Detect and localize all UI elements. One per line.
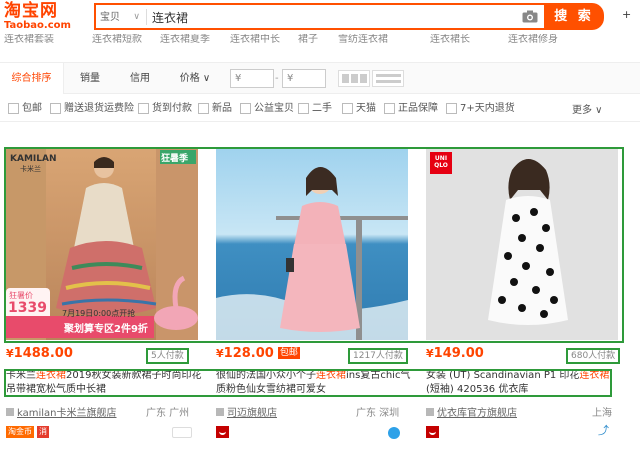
header: 淘宝网 Taobao.com 宝贝 ∨ 搜 索 + bbox=[0, 0, 640, 34]
coin-tag-icon[interactable]: 淘金币 bbox=[6, 426, 34, 438]
checkbox-genuine[interactable] bbox=[384, 103, 395, 114]
wangwang-icon[interactable] bbox=[172, 427, 192, 438]
taobao-logo[interactable]: 淘宝网 Taobao.com bbox=[4, 2, 84, 32]
checkbox-baoyou[interactable] bbox=[8, 103, 19, 114]
tab-sales[interactable]: 销量 bbox=[70, 63, 110, 94]
search-divider bbox=[146, 9, 147, 25]
tmall-icon[interactable] bbox=[216, 426, 229, 438]
product-image[interactable] bbox=[216, 148, 408, 340]
service-icons: 淘金币消 bbox=[6, 425, 52, 439]
sales-count: 1217人付款 bbox=[348, 348, 408, 364]
logo-subtext: Taobao.com bbox=[4, 20, 71, 31]
product-card[interactable]: KAMILAN 卡米兰 狂暑季 狂暑价 1339 7月19日0:00点开抢 聚划… bbox=[0, 140, 208, 460]
product-title[interactable]: 很仙的法国小众小个子连衣裙ins复古chic气质粉色仙女雪纺裙可爱女 bbox=[216, 369, 412, 399]
checkbox-new[interactable] bbox=[198, 103, 209, 114]
checkbox-7day-return[interactable] bbox=[446, 103, 457, 114]
shop-name[interactable]: 优衣库官方旗舰店 bbox=[426, 404, 517, 419]
filter-row: 包邮 赠送退货运费险 货到付款 新品 公益宝贝 二手 天猫 正品保障 7+天内退… bbox=[0, 94, 640, 122]
grid-view-icon[interactable] bbox=[338, 70, 370, 87]
price-max-input[interactable]: ¥ bbox=[282, 69, 326, 88]
search-input[interactable] bbox=[152, 8, 492, 26]
related-search-link[interactable]: 连衣裙修身 bbox=[508, 34, 558, 45]
product-title[interactable]: 卡米兰连衣裙2019秋女装新款裙子时尚印花吊带裙宽松气质中长裙 bbox=[6, 369, 202, 399]
camera-icon[interactable] bbox=[522, 10, 538, 23]
shop-location: 广东 深圳 bbox=[356, 408, 400, 419]
service-icons bbox=[426, 425, 442, 439]
product-title[interactable]: 女装 (UT) Scandinavian P1 印花连衣裙(短袖) 420536… bbox=[426, 369, 622, 399]
filter-label: 赠送退货运费险 bbox=[64, 103, 134, 114]
product-photo bbox=[216, 148, 408, 340]
shop-icon bbox=[216, 408, 224, 416]
related-search-link[interactable]: 连衣裙夏季 bbox=[160, 34, 210, 45]
tab-default-sort[interactable]: 综合排序 bbox=[0, 63, 64, 94]
more-filters-button[interactable]: 更多 ∨ bbox=[572, 101, 603, 116]
shop-name[interactable]: 司迈旗舰店 bbox=[216, 404, 277, 419]
brand-logo-sub: 卡米兰 bbox=[20, 165, 41, 173]
product-photo bbox=[426, 148, 618, 340]
product-image[interactable]: UNI QLO bbox=[426, 148, 618, 340]
related-search-link[interactable]: 雪纺连衣裙 bbox=[338, 34, 388, 45]
filter-label: 货到付款 bbox=[152, 103, 192, 114]
shop-name[interactable]: kamilan卡米兰旗舰店 bbox=[6, 404, 117, 419]
shop-icon bbox=[426, 408, 434, 416]
promo-banner: 聚划算专区2件9折 bbox=[64, 324, 148, 335]
checkbox-second-hand[interactable] bbox=[298, 103, 309, 114]
product-image[interactable]: KAMILAN 卡米兰 狂暑季 狂暑价 1339 7月19日0:00点开抢 聚划… bbox=[6, 148, 198, 340]
filter-label: 正品保障 bbox=[398, 103, 438, 114]
promo-price-value: 1339 bbox=[8, 300, 47, 316]
header-right-link[interactable]: + bbox=[622, 8, 631, 21]
logo-text: 淘宝网 bbox=[4, 1, 58, 21]
product-card[interactable]: UNI QLO ¥149.00 680人付款 女装 (UT) Scandinav… bbox=[420, 140, 628, 460]
free-shipping-badge: 包邮 bbox=[277, 347, 300, 359]
search-bar: 宝贝 ∨ bbox=[94, 3, 544, 30]
wangwang-icon[interactable] bbox=[388, 427, 400, 439]
promo-corner-tag: 狂暑季 bbox=[161, 154, 189, 164]
sort-bar: 综合排序 销量 信用 价格 ∨ ¥ - ¥ bbox=[0, 62, 640, 94]
price-range-dash: - bbox=[275, 73, 279, 84]
uniqlo-logo: UNI QLO bbox=[434, 155, 448, 169]
search-category-select[interactable]: 宝贝 ∨ bbox=[100, 9, 142, 26]
list-view-icon[interactable] bbox=[372, 70, 404, 87]
filter-label: 天猫 bbox=[356, 103, 376, 114]
tab-credit[interactable]: 信用 bbox=[118, 63, 162, 94]
filter-label: 新品 bbox=[212, 103, 232, 114]
related-search-row: 连衣裙套装 连衣裙短款 连衣裙夏季 连衣裙中长 裙子 雪纺连衣裙 连衣裙长 连衣… bbox=[0, 34, 640, 48]
shop-icon bbox=[6, 408, 14, 416]
sales-count: 5人付款 bbox=[146, 348, 189, 364]
arrow-up-icon[interactable]: ⤴ bbox=[598, 425, 610, 437]
shop-location: 上海 bbox=[592, 408, 612, 419]
shop-location: 广东 广州 bbox=[146, 408, 190, 419]
product-price: ¥149.00 bbox=[426, 346, 484, 361]
filter-label: 公益宝贝 bbox=[254, 103, 294, 114]
related-search-link[interactable]: 裙子 bbox=[298, 34, 318, 45]
tab-price[interactable]: 价格 ∨ bbox=[172, 63, 218, 94]
promo-date: 7月19日0:00点开抢 bbox=[62, 309, 136, 318]
checkbox-tmall[interactable] bbox=[342, 103, 353, 114]
consumer-protection-icon[interactable]: 消 bbox=[37, 426, 49, 438]
related-search-link[interactable]: 连衣裙套装 bbox=[4, 34, 54, 45]
sales-count: 680人付款 bbox=[566, 348, 621, 364]
filter-label: 7+天内退货 bbox=[460, 103, 515, 114]
brand-logo: KAMILAN bbox=[10, 154, 57, 164]
checkbox-return-insurance[interactable] bbox=[50, 103, 61, 114]
chevron-down-icon: ∨ bbox=[133, 12, 140, 22]
filter-label: 包邮 bbox=[22, 103, 42, 114]
tmall-icon[interactable] bbox=[426, 426, 439, 438]
search-category-label: 宝贝 bbox=[100, 12, 120, 23]
search-button[interactable]: 搜 索 bbox=[544, 3, 604, 30]
checkbox-charity[interactable] bbox=[240, 103, 251, 114]
related-search-link[interactable]: 连衣裙短款 bbox=[92, 34, 142, 45]
product-card[interactable]: ¥128.00 包邮 1217人付款 很仙的法国小众小个子连衣裙ins复古chic… bbox=[210, 140, 418, 460]
filter-label: 二手 bbox=[312, 103, 332, 114]
checkbox-cod[interactable] bbox=[138, 103, 149, 114]
product-price: ¥1488.00 bbox=[6, 346, 73, 361]
price-min-input[interactable]: ¥ bbox=[230, 69, 274, 88]
product-price: ¥128.00 包邮 bbox=[216, 346, 300, 361]
service-icons bbox=[216, 425, 232, 439]
related-search-link[interactable]: 连衣裙长 bbox=[430, 34, 470, 45]
related-search-link[interactable]: 连衣裙中长 bbox=[230, 34, 280, 45]
